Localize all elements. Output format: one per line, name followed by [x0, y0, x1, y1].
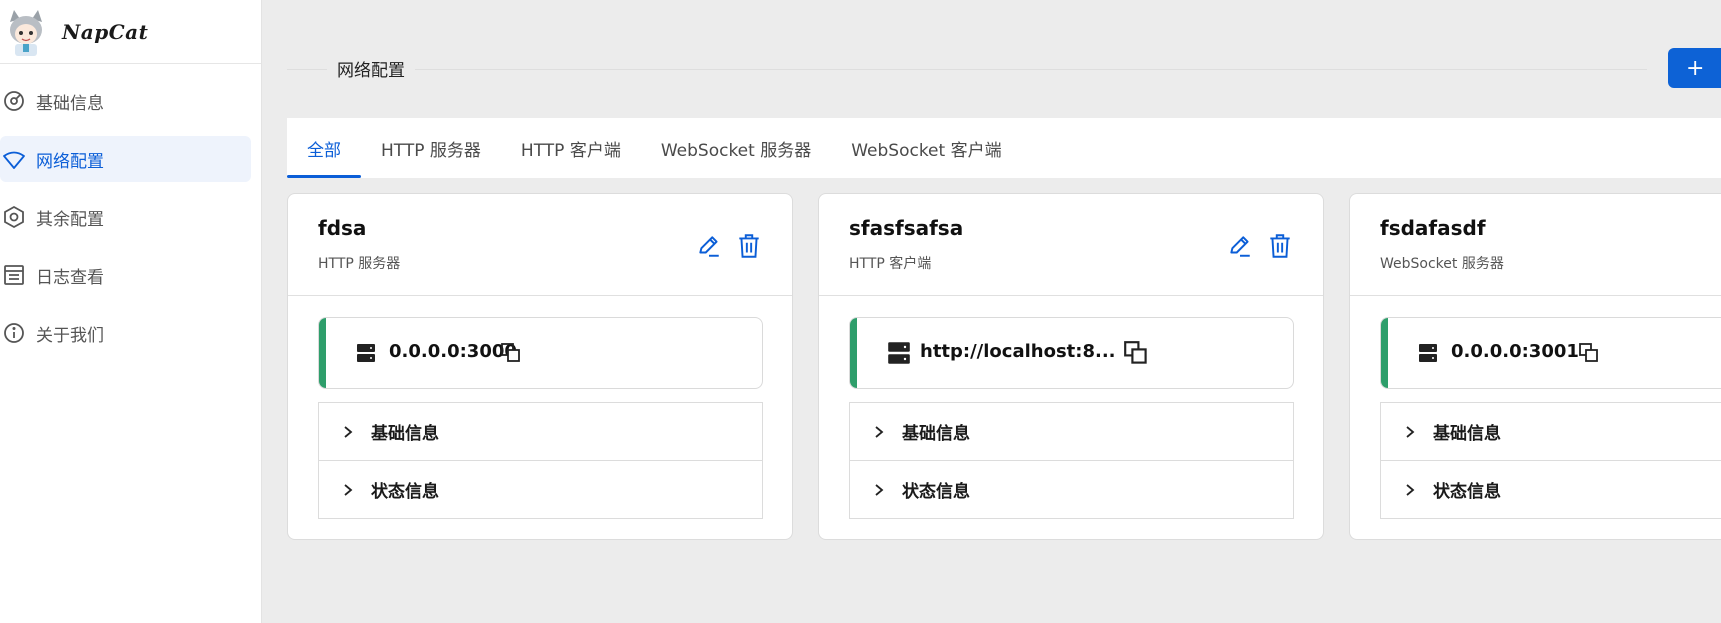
- address-box: 0.0.0.0:3000: [318, 317, 763, 389]
- brand: NapCat: [0, 0, 261, 64]
- sidebar-item-label: 关于我们: [36, 325, 104, 346]
- sidebar-item-label: 网络配置: [36, 151, 104, 172]
- sidebar-item-log-view[interactable]: 日志查看: [0, 252, 251, 298]
- address-text: 0.0.0.0:3000: [389, 341, 517, 362]
- sidebar-nav: 基础信息 网络配置 其余配置 日志查看 关于我们: [0, 64, 261, 356]
- info-icon: [2, 321, 26, 345]
- address-text: http://localhost:8...: [920, 341, 1116, 362]
- card-type: HTTP 客户端: [849, 256, 932, 272]
- basic-info-section[interactable]: 基础信息: [849, 402, 1294, 461]
- sidebar: NapCat 基础信息 网络配置 其余配置 日志查看 关于我们: [0, 0, 262, 623]
- tab-all[interactable]: 全部: [287, 118, 361, 178]
- status-accent-bar: [1381, 318, 1388, 388]
- status-accent-bar: [319, 318, 326, 388]
- hexagon-settings-icon: [2, 205, 26, 229]
- log-list-icon: [2, 263, 26, 287]
- copy-icon[interactable]: [1579, 343, 1599, 363]
- section-label: 基础信息: [902, 424, 970, 444]
- tab-http-client[interactable]: HTTP 客户端: [521, 118, 621, 178]
- section-label: 基础信息: [371, 424, 439, 444]
- section-label: 状态信息: [371, 482, 439, 502]
- network-card: sfasfsafsa HTTP 客户端 http://localhost:8..…: [818, 193, 1324, 540]
- basic-info-section[interactable]: 基础信息: [318, 402, 763, 461]
- wifi-icon: [2, 147, 26, 171]
- sidebar-item-network-config[interactable]: 网络配置: [0, 136, 251, 182]
- card-type: WebSocket 服务器: [1380, 256, 1504, 272]
- chevron-right-icon: [875, 425, 884, 438]
- address-text: 0.0.0.0:3001: [1451, 341, 1579, 362]
- sidebar-item-other-config[interactable]: 其余配置: [0, 194, 251, 240]
- card-name: sfasfsafsa: [849, 216, 964, 240]
- section-label: 状态信息: [902, 482, 970, 502]
- server-icon: [888, 341, 910, 365]
- card-header: sfasfsafsa HTTP 客户端: [819, 194, 1323, 296]
- card-header: fsdafasdf WebSocket 服务器: [1350, 194, 1721, 296]
- app-name: NapCat: [62, 19, 149, 44]
- address-box: 0.0.0.0:3001: [1380, 317, 1721, 389]
- server-icon: [1419, 343, 1437, 363]
- section-label: 状态信息: [1433, 482, 1501, 502]
- copy-icon[interactable]: [501, 343, 521, 363]
- card-type: HTTP 服务器: [318, 256, 401, 272]
- header-divider: [287, 69, 1647, 70]
- edit-icon[interactable]: [1227, 233, 1253, 259]
- tab-http-server[interactable]: HTTP 服务器: [381, 118, 481, 178]
- napcat-logo: [4, 8, 48, 56]
- section-label: 基础信息: [1433, 424, 1501, 444]
- card-name: fsdafasdf: [1380, 216, 1486, 240]
- gauge-icon: [2, 89, 26, 113]
- chevron-right-icon: [875, 483, 884, 496]
- chevron-right-icon: [1406, 483, 1415, 496]
- card-header: fdsa HTTP 服务器: [288, 194, 792, 296]
- chevron-right-icon: [1406, 425, 1415, 438]
- status-accent-bar: [850, 318, 857, 388]
- page-header: 网络配置 +: [287, 48, 1721, 90]
- page-title: 网络配置: [327, 56, 415, 81]
- sidebar-item-label: 其余配置: [36, 209, 104, 230]
- sidebar-item-label: 日志查看: [36, 267, 104, 288]
- sidebar-item-about-us[interactable]: 关于我们: [0, 310, 251, 356]
- network-card: fdsa HTTP 服务器 0.0.0.0:3000 基础信息 状态信息: [287, 193, 793, 540]
- chevron-right-icon: [344, 483, 353, 496]
- status-info-section[interactable]: 状态信息: [318, 460, 763, 519]
- status-info-section[interactable]: 状态信息: [849, 460, 1294, 519]
- tab-websocket-server[interactable]: WebSocket 服务器: [661, 118, 811, 178]
- card-name: fdsa: [318, 216, 367, 240]
- trash-icon[interactable]: [1267, 232, 1293, 260]
- address-box: http://localhost:8...: [849, 317, 1294, 389]
- chevron-right-icon: [344, 425, 353, 438]
- plus-icon: +: [1686, 55, 1705, 81]
- network-card: fsdafasdf WebSocket 服务器 0.0.0.0:3001 基础信…: [1349, 193, 1721, 540]
- status-info-section[interactable]: 状态信息: [1380, 460, 1721, 519]
- server-icon: [357, 343, 375, 363]
- add-config-button[interactable]: +: [1668, 48, 1721, 88]
- tab-bar: 全部 HTTP 服务器 HTTP 客户端 WebSocket 服务器 WebSo…: [287, 118, 1721, 178]
- edit-icon[interactable]: [696, 233, 722, 259]
- sidebar-item-basic-info[interactable]: 基础信息: [0, 78, 251, 124]
- sidebar-item-label: 基础信息: [36, 93, 104, 114]
- tab-websocket-client[interactable]: WebSocket 客户端: [851, 118, 1001, 178]
- trash-icon[interactable]: [736, 232, 762, 260]
- basic-info-section[interactable]: 基础信息: [1380, 402, 1721, 461]
- copy-icon[interactable]: [1124, 341, 1148, 365]
